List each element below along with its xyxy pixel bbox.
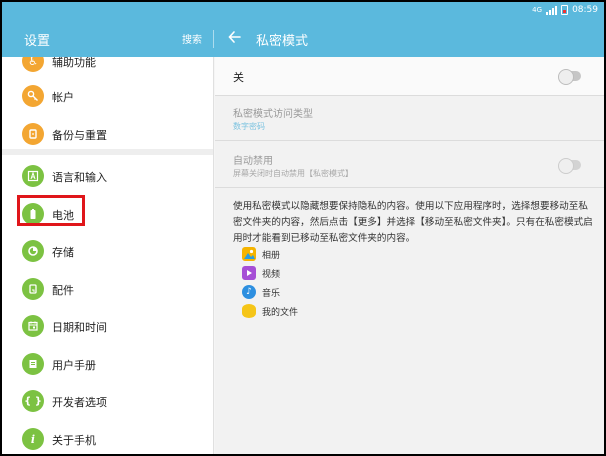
storage-icon [22, 240, 44, 262]
app-label: 音乐 [262, 289, 281, 299]
app-label: 相册 [262, 251, 281, 261]
sidebar-item-label: 关于手机 [52, 434, 96, 447]
app-label: 我的文件 [262, 308, 299, 318]
auto-disable-title: 自动禁用 [233, 156, 273, 167]
back-arrow-icon[interactable] [228, 27, 244, 47]
sidebar-item-label: 日期和时间 [52, 321, 107, 334]
music-icon: ♪ [242, 285, 256, 299]
sidebar-item-storage[interactable]: 存储 [2, 234, 213, 270]
sidebar-item-label: 存储 [52, 246, 74, 259]
divider [215, 95, 604, 96]
screen: 4G 08:59 设置 搜索 私密模式 ♿ 辅助功能 帐户 备份与重置 语言和输… [2, 2, 604, 454]
accessibility-icon: ♿ [22, 57, 44, 72]
sidebar-item-date-time[interactable]: 日期和时间 [2, 309, 213, 345]
access-type-title: 私密模式访问类型 [233, 109, 313, 120]
private-mode-panel: 关 私密模式访问类型 数字密码 自动禁用 屏幕关闭时自动禁用【私密模式】 使用私… [215, 57, 604, 454]
sidebar-item-developer-options[interactable]: { } 开发者选项 [2, 384, 213, 420]
key-icon [22, 85, 44, 107]
auto-disable-subtitle: 屏幕关闭时自动禁用【私密模式】 [233, 169, 353, 178]
master-switch-label: 关 [233, 71, 244, 84]
backup-icon [22, 123, 44, 145]
sidebar-item-language[interactable]: 语言和输入 [2, 159, 213, 195]
sidebar-item-user-manual[interactable]: 用户手册 [2, 347, 213, 383]
video-icon [242, 266, 256, 280]
access-type-row[interactable]: 私密模式访问类型 数字密码 [215, 97, 604, 137]
sidebar-item-account[interactable]: 帐户 [2, 79, 213, 115]
private-mode-description: 使用私密模式以隐藏想要保持隐私的内容。使用以下应用程序时，选择想要移动至私密文件… [233, 201, 593, 244]
auto-disable-row[interactable]: 自动禁用 屏幕关闭时自动禁用【私密模式】 [215, 142, 604, 184]
sidebar-item-label: 语言和输入 [52, 171, 107, 184]
sidebar-item-accessories[interactable]: 配件 [2, 272, 213, 308]
sidebar-item-label: 备份与重置 [52, 129, 107, 142]
master-toggle-switch[interactable] [558, 69, 581, 85]
network-type: 4G [532, 6, 543, 14]
sidebar-item-accessibility[interactable]: ♿ 辅助功能 [2, 57, 213, 80]
sidebar-item-label: 帐户 [52, 91, 74, 104]
sidebar-item-label: 用户手册 [52, 359, 96, 372]
access-type-value: 数字密码 [233, 122, 265, 131]
selection-highlight-box [17, 195, 85, 226]
auto-disable-toggle[interactable] [558, 158, 581, 174]
calendar-icon [22, 315, 44, 337]
divider [215, 140, 604, 141]
app-bar: 设置 搜索 私密模式 [2, 20, 604, 57]
accessory-icon [22, 278, 44, 300]
settings-sidebar: ♿ 辅助功能 帐户 备份与重置 语言和输入 电池 存储 配件 日期和时间 用户手… [2, 57, 214, 454]
appbar-divider [213, 30, 214, 48]
info-icon: i [22, 428, 44, 450]
sidebar-item-label: 辅助功能 [52, 57, 96, 69]
status-bar: 4G 08:59 [2, 2, 604, 20]
search-button[interactable]: 搜索 [182, 31, 202, 46]
master-switch-row[interactable]: 关 [215, 57, 604, 95]
section-divider [2, 149, 213, 155]
app-label: 视频 [262, 270, 281, 280]
clock: 08:59 [572, 5, 598, 15]
divider [215, 187, 604, 188]
page-title: 私密模式 [256, 34, 309, 49]
my-files-icon [242, 304, 256, 318]
gallery-icon [242, 247, 256, 261]
sidebar-item-label: 配件 [52, 284, 74, 297]
settings-title: 设置 [24, 34, 51, 49]
language-icon [22, 165, 44, 187]
sidebar-item-about-phone[interactable]: i 关于手机 [2, 422, 213, 454]
manual-icon [22, 353, 44, 375]
sidebar-item-backup[interactable]: 备份与重置 [2, 117, 213, 153]
developer-icon: { } [22, 390, 44, 412]
signal-icon [546, 5, 558, 15]
sidebar-item-label: 开发者选项 [52, 396, 107, 409]
battery-status-icon [561, 5, 569, 15]
